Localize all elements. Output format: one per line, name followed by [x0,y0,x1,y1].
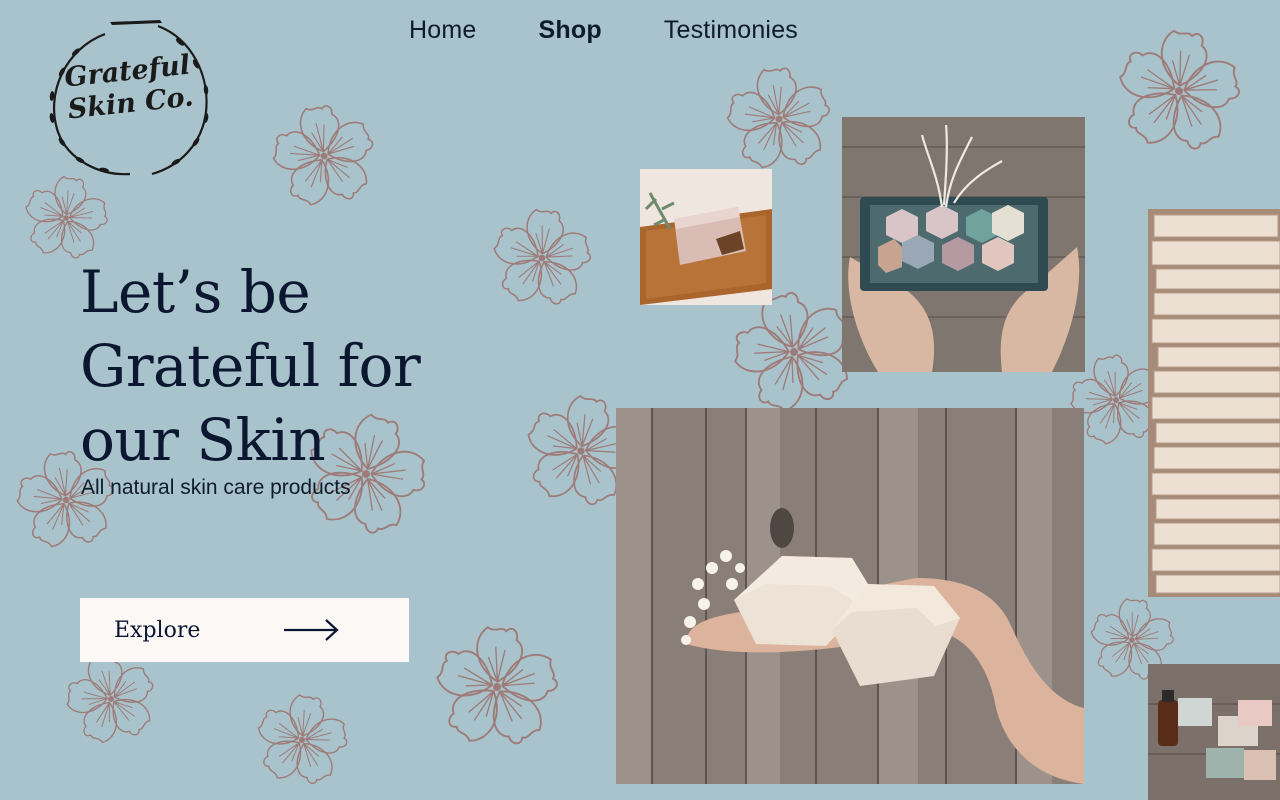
flower-icon [1103,15,1254,166]
brand-logo[interactable]: Grateful Skin Co. [40,14,218,184]
soap-on-wooden-tray-photo [640,169,772,305]
nav-testimonies-link[interactable]: Testimonies [664,16,798,45]
hero-title-line-3: our Skin [80,406,326,474]
stacked-soap-slices-photo [1148,209,1280,597]
hero-subtitle: All natural skin care products [81,476,351,499]
hands-holding-soap-box-photo [842,117,1085,372]
explore-button[interactable]: Explore [80,598,409,662]
main-nav: Home Shop Testimonies [409,16,860,45]
nav-shop-link[interactable]: Shop [539,16,602,45]
honeycomb-soap-bars-in-hand-photo [616,408,1084,784]
flower-icon [483,199,602,318]
hero-title-line-2: Grateful for [80,332,421,400]
hero-title-line-1: Let’s be [80,258,311,326]
flower-icon [718,58,840,180]
explore-button-label: Explore [114,617,201,643]
flower-icon [261,93,387,219]
flower-icon [425,615,568,758]
hero-title: Let’s be Grateful for our Skin [80,255,500,477]
arrow-right-icon [284,619,339,641]
flower-icon [244,682,360,798]
nav-home-link[interactable]: Home [409,16,477,45]
soap-and-bottle-photo [1148,664,1280,800]
